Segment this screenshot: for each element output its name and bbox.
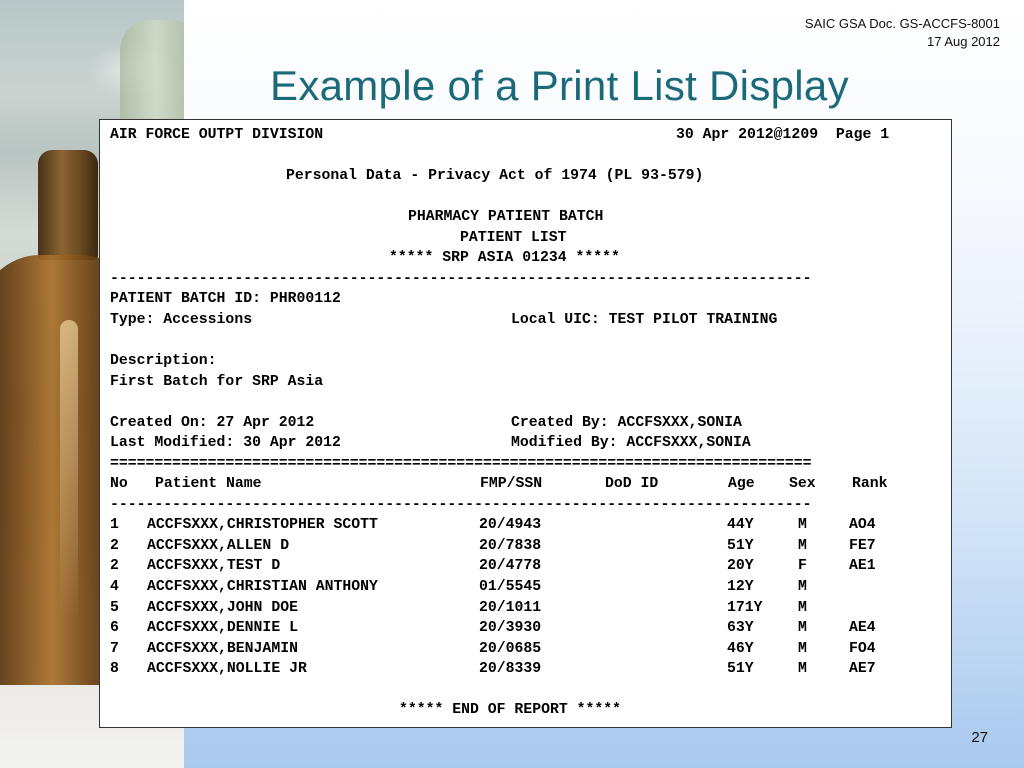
end-of-report: ***** END OF REPORT ***** [399, 702, 621, 719]
cell-no: 1 [110, 517, 119, 534]
local-uic: Local UIC: TEST PILOT TRAINING [511, 311, 778, 328]
table-row: 4 ACCFSXXX,CHRISTIAN ANTHONY 01/5545 12Y M [110, 577, 951, 598]
document-date: 17 Aug 2012 [926, 34, 1000, 49]
created-by: Created By: ACCFSXXX,SONIA [511, 414, 742, 431]
column-header-fmp-ssn: FMP/SSN [480, 476, 543, 493]
privacy-notice: Personal Data - Privacy Act of 1974 (PL … [286, 168, 704, 185]
slide-title: Example of a Print List Display [270, 62, 849, 109]
cell-rank: AO4 [849, 517, 876, 534]
cell-no: 2 [110, 558, 119, 575]
table-row: 7 ACCFSXXX,BENJAMIN 20/0685 46Y M FO4 [110, 639, 951, 660]
report-date-page: 30 Apr 2012@1209 Page 1 [676, 127, 890, 143]
cell-age: 46Y [727, 640, 754, 657]
column-header-sex: Sex [789, 476, 816, 493]
bottle-highlight [60, 320, 78, 620]
table-row: 1 ACCFSXXX,CHRISTOPHER SCOTT 20/4943 44Y M AO… [110, 515, 951, 536]
cell-age: 171Y [727, 599, 763, 616]
last-modified: Last Modified: 30 Apr 2012 [110, 435, 341, 452]
cell-rank: FE7 [849, 537, 876, 554]
cell-fmp-ssn: 20/8339 [479, 661, 542, 678]
divider-dashes: ----------------------------------------… [110, 270, 812, 287]
report-heading-batch: PHARMACY PATIENT BATCH [408, 209, 604, 226]
cell-rank: AE4 [849, 620, 876, 637]
division-name: AIR FORCE OUTPT DIVISION [110, 127, 324, 143]
table-row: 5 ACCFSXXX,JOHN DOE 20/1011 171Y M [110, 598, 951, 619]
document-id: SAIC GSA Doc. GS-ACCFS-8001 [804, 16, 1000, 31]
cell-patient-name: ACCFSXXX,NOLLIE JR [147, 661, 307, 678]
report-header-row: AIR FORCE OUTPT DIVISION 30 Apr 2012@120… [110, 125, 951, 146]
cell-fmp-ssn: 20/4943 [479, 517, 542, 534]
cell-sex: M [798, 640, 807, 657]
cell-no: 7 [110, 640, 119, 657]
report-heading-batch-name: ***** SRP ASIA 01234 ***** [389, 250, 620, 267]
cell-rank: AE7 [849, 661, 876, 678]
cell-no: 6 [110, 620, 119, 637]
table-row: 2 ACCFSXXX,TEST D 20/4778 20Y F AE1 [110, 556, 951, 577]
print-list-report: AIR FORCE OUTPT DIVISION 30 Apr 2012@120… [99, 119, 952, 728]
cell-sex: F [798, 558, 807, 575]
cell-patient-name: ACCFSXXX,JOHN DOE [147, 599, 298, 616]
cell-fmp-ssn: 20/4778 [479, 558, 542, 575]
cell-rank: FO4 [849, 640, 876, 657]
cell-sex: M [798, 537, 807, 554]
cell-sex: M [798, 620, 807, 637]
column-header-dod-id: DoD ID [605, 476, 659, 493]
cell-age: 51Y [727, 537, 754, 554]
column-header-patient-name: Patient Name [155, 476, 262, 493]
table-row: 6 ACCFSXXX,DENNIE L 20/3930 63Y M AE4 [110, 618, 951, 639]
cell-patient-name: ACCFSXXX,DENNIE L [147, 620, 298, 637]
bottle-stopper-image [38, 150, 98, 260]
cell-no: 2 [110, 537, 119, 554]
column-header-row: No Patient Name FMP/SSN DoD ID Age Sex R… [110, 474, 951, 495]
cell-patient-name: ACCFSXXX,ALLEN D [147, 537, 290, 554]
description-label: Description: [110, 353, 217, 370]
cell-patient-name: ACCFSXXX,TEST D [147, 558, 281, 575]
cell-no: 5 [110, 599, 119, 616]
cell-fmp-ssn: 20/7838 [479, 537, 542, 554]
cell-no: 8 [110, 661, 119, 678]
cell-sex: M [798, 599, 807, 616]
created-on: Created On: 27 Apr 2012 [110, 414, 315, 431]
cell-fmp-ssn: 20/1011 [479, 599, 542, 616]
table-row: 8 ACCFSXXX,NOLLIE JR 20/8339 51Y M AE7 [110, 659, 951, 680]
cell-patient-name: ACCFSXXX,CHRISTIAN ANTHONY [147, 579, 378, 596]
cell-fmp-ssn: 20/3930 [479, 620, 542, 637]
cell-fmp-ssn: 20/0685 [479, 640, 542, 657]
cell-age: 44Y [727, 517, 754, 534]
column-header-age: Age [728, 476, 755, 493]
cell-sex: M [798, 517, 807, 534]
page-number: 27 [971, 729, 988, 746]
divider-dashes: ----------------------------------------… [110, 496, 812, 513]
cell-patient-name: ACCFSXXX,BENJAMIN [147, 640, 298, 657]
divider-equals: ========================================… [110, 455, 812, 472]
cell-sex: M [798, 579, 807, 596]
batch-type: Type: Accessions [110, 311, 253, 328]
cell-fmp-ssn: 01/5545 [479, 579, 542, 596]
table-row: 2 ACCFSXXX,ALLEN D 20/7838 51Y M FE7 [110, 536, 951, 557]
modified-by: Modified By: ACCFSXXX,SONIA [511, 435, 751, 452]
patient-batch-id: PATIENT BATCH ID: PHR00112 [110, 291, 341, 308]
cell-age: 51Y [727, 661, 754, 678]
cell-patient-name: ACCFSXXX,CHRISTOPHER SCOTT [147, 517, 378, 534]
column-header-rank: Rank [852, 476, 888, 493]
cell-rank: AE1 [849, 558, 876, 575]
cell-no: 4 [110, 579, 119, 596]
column-header-no: No [110, 476, 128, 493]
cell-age: 12Y [727, 579, 754, 596]
patient-table-body: 1 ACCFSXXX,CHRISTOPHER SCOTT 20/4943 44Y M AO… [110, 515, 951, 679]
cell-sex: M [798, 661, 807, 678]
document-reference: SAIC GSA Doc. GS-ACCFS-8001 17 Aug 2012 [805, 15, 1000, 51]
description-text: First Batch for SRP Asia [110, 373, 324, 390]
cell-age: 63Y [727, 620, 754, 637]
report-heading-list: PATIENT LIST [460, 229, 567, 246]
cell-age: 20Y [727, 558, 754, 575]
